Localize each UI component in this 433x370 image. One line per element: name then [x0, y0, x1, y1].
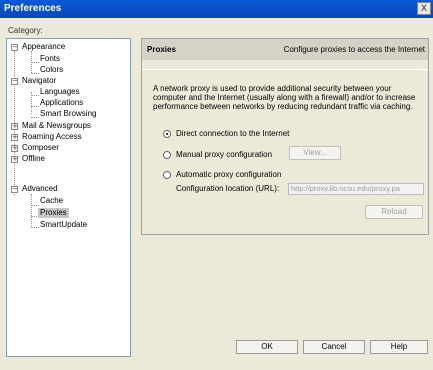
panel-subtitle: Configure proxies to access the Internet: [283, 45, 425, 54]
tree-item-advanced[interactable]: Advanced: [22, 184, 58, 194]
tree-connector: [31, 117, 39, 118]
tree-item-smart-browsing[interactable]: Smart Browsing: [40, 109, 96, 119]
tree-connector: [31, 106, 39, 107]
expand-icon[interactable]: +: [11, 156, 18, 163]
view-button[interactable]: View...: [289, 146, 341, 160]
expand-icon[interactable]: +: [11, 134, 18, 141]
tree-item-cache[interactable]: Cache: [40, 196, 63, 206]
panel-header: Proxies Configure proxies to access the …: [142, 39, 428, 60]
tree-connector: [31, 194, 32, 228]
collapse-icon[interactable]: −: [11, 44, 18, 51]
title-bar: Preferences X: [0, 0, 433, 18]
collapse-icon[interactable]: −: [11, 186, 18, 193]
tree-connector: [31, 73, 39, 74]
expand-icon[interactable]: +: [11, 145, 18, 152]
tree-item-composer[interactable]: Composer: [22, 143, 59, 153]
manual-proxy-label[interactable]: Manual proxy configuration: [176, 150, 272, 159]
tree-item-roaming-access[interactable]: Roaming Access: [22, 132, 82, 142]
window-title: Preferences: [4, 3, 62, 14]
configuration-url-label: Configuration location (URL):: [176, 184, 280, 193]
help-button[interactable]: Help: [370, 340, 428, 354]
manual-proxy-radio[interactable]: [163, 151, 171, 159]
category-label: Category:: [8, 26, 43, 35]
tree-item-applications[interactable]: Applications: [40, 98, 83, 108]
direct-connection-radio[interactable]: [163, 130, 171, 138]
automatic-proxy-label[interactable]: Automatic proxy configuration: [176, 170, 281, 179]
tree-item-fonts[interactable]: Fonts: [40, 54, 60, 64]
tree-item-offline[interactable]: Offline: [22, 154, 45, 164]
panel-title: Proxies: [147, 45, 176, 54]
tree-connector: [31, 95, 39, 96]
close-icon[interactable]: X: [417, 2, 431, 15]
tree-item-navigator[interactable]: Navigator: [22, 76, 56, 86]
tree-connector: [31, 62, 39, 63]
tree-connector: [31, 227, 39, 228]
tree-item-smartupdate[interactable]: SmartUpdate: [40, 220, 87, 230]
category-tree[interactable]: − Appearance Fonts Colors − Navigator La…: [6, 38, 131, 357]
tree-item-languages[interactable]: Languages: [40, 87, 80, 97]
direct-connection-label[interactable]: Direct connection to the Internet: [176, 129, 289, 138]
tree-item-proxies[interactable]: Proxies: [38, 208, 69, 218]
collapse-icon[interactable]: −: [11, 78, 18, 85]
tree-item-mail-newsgroups[interactable]: Mail & Newsgroups: [22, 121, 91, 131]
cancel-button[interactable]: Cancel: [303, 340, 365, 354]
ok-button[interactable]: OK: [236, 340, 298, 354]
tree-item-appearance[interactable]: Appearance: [22, 42, 65, 52]
tree-item-colors[interactable]: Colors: [40, 65, 63, 75]
expand-icon[interactable]: +: [11, 123, 18, 130]
configuration-url-input[interactable]: http://proxy.lib.ncsu.edu/proxy.pa: [288, 183, 424, 195]
tree-connector: [31, 205, 39, 206]
proxy-description: A network proxy is used to provide addit…: [153, 84, 416, 111]
reload-button[interactable]: Reload: [365, 205, 423, 219]
automatic-proxy-radio[interactable]: [163, 171, 171, 179]
